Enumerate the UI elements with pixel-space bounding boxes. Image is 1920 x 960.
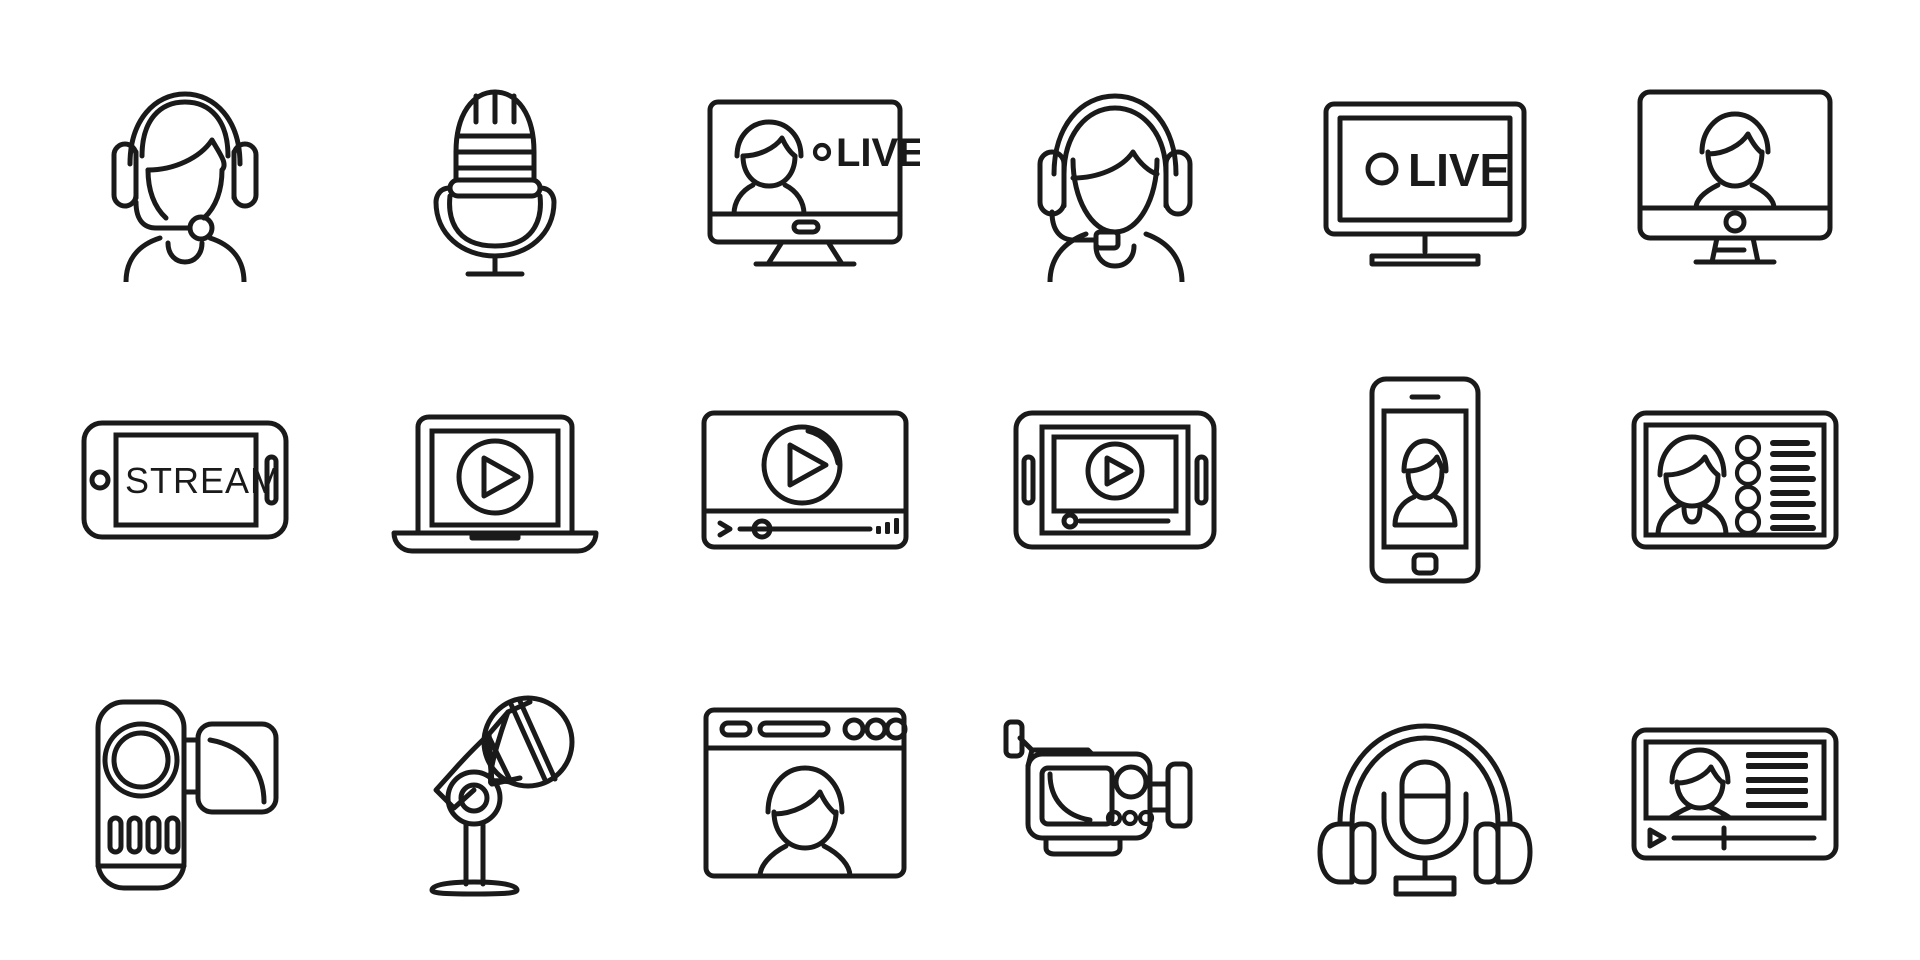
icon-laptop-play[interactable]: [340, 323, 650, 636]
icon-tablet-video-player[interactable]: [960, 323, 1270, 636]
video-player-timeline-icon: [701, 410, 909, 550]
icon-monitor-video-call[interactable]: [1580, 10, 1890, 323]
icon-video-lecture-player[interactable]: [1580, 637, 1890, 950]
icon-professional-video-camera[interactable]: [960, 637, 1270, 950]
tablet-video-player-icon: [1013, 410, 1217, 550]
monitor-video-call-icon: [1637, 89, 1833, 265]
icon-browser-window-person[interactable]: [650, 637, 960, 950]
video-lecture-player-icon: [1631, 727, 1839, 861]
browser-window-person-icon: [703, 707, 908, 879]
icon-smartphone-video-call[interactable]: [1270, 323, 1580, 636]
smartphone-video-call-icon: [1369, 376, 1481, 584]
icon-podcast-headphones-mic[interactable]: [1270, 637, 1580, 950]
retro-microphone-icon: [433, 89, 557, 277]
icon-operator-woman-headset[interactable]: [30, 10, 340, 323]
webinar-participants-icon: [1631, 410, 1839, 550]
icon-operator-man-headset[interactable]: [960, 10, 1270, 323]
icon-tv-live[interactable]: LIVE: [1270, 10, 1580, 323]
camcorder-icon: [95, 699, 279, 891]
operator-woman-headset-icon: [111, 91, 259, 282]
icon-tablet-stream[interactable]: STREAM: [30, 323, 340, 636]
icon-monitor-live-broadcast[interactable]: LIVE: [650, 10, 960, 323]
operator-man-headset-icon: [1037, 93, 1193, 282]
icon-video-player-timeline[interactable]: [650, 323, 960, 636]
laptop-play-icon: [391, 414, 599, 554]
monitor-live-broadcast-icon: LIVE: [707, 99, 920, 267]
tablet-stream-icon: STREAM: [81, 420, 289, 540]
studio-microphone-stand-icon: [429, 695, 575, 897]
icon-camcorder[interactable]: [30, 637, 340, 950]
tv-live-icon: LIVE: [1323, 101, 1527, 267]
professional-video-camera-icon: [1003, 719, 1193, 857]
icon-retro-microphone[interactable]: [340, 10, 650, 323]
stream-label: STREAM: [125, 460, 281, 501]
icon-studio-microphone-stand[interactable]: [340, 637, 650, 950]
live-screen-label: LIVE: [836, 131, 920, 175]
live-tv-label: LIVE: [1408, 144, 1510, 196]
podcast-headphones-mic-icon: [1317, 723, 1533, 897]
icon-sheet: LIVE LIVE STREAM: [0, 0, 1920, 960]
icon-webinar-participants[interactable]: [1580, 323, 1890, 636]
